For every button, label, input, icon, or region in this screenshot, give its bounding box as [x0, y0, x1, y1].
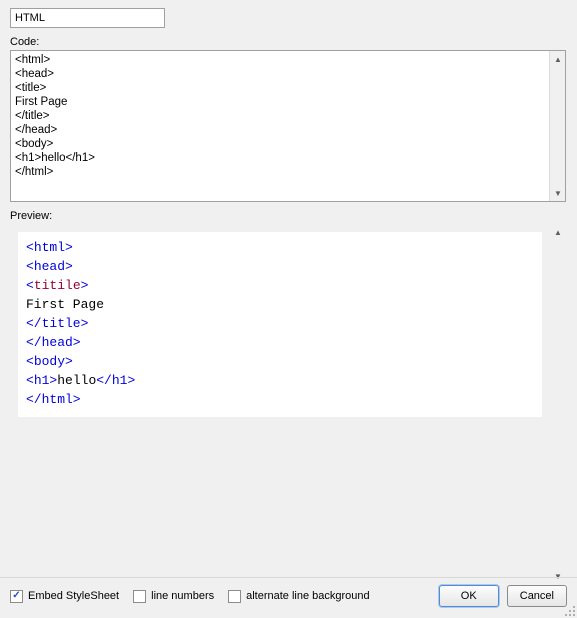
preview-label: Preview: [10, 210, 567, 222]
preview-line: <titile> [26, 276, 534, 295]
preview-line: </head> [26, 333, 534, 352]
preview-content: <html><head><titile>First Page</title></… [10, 224, 550, 584]
option-label: Embed StyleSheet [28, 590, 119, 602]
scroll-down-icon[interactable]: ▼ [550, 185, 566, 201]
ok-button[interactable]: OK [439, 585, 499, 607]
checkbox-icon[interactable] [10, 590, 23, 603]
scroll-up-icon[interactable]: ▲ [550, 51, 566, 67]
preview-line: <html> [26, 238, 534, 257]
preview-line: <body> [26, 352, 534, 371]
embed-stylesheet-option[interactable]: Embed StyleSheet [10, 590, 119, 603]
scroll-down-icon[interactable]: ▼ [550, 568, 566, 584]
checkbox-icon[interactable] [133, 590, 146, 603]
alternate-bg-option[interactable]: alternate line background [228, 590, 370, 603]
preview-pane: <html><head><titile>First Page</title></… [10, 224, 566, 584]
code-textarea[interactable] [11, 51, 551, 201]
code-scrollbar[interactable]: ▲ ▼ [549, 51, 565, 201]
preview-line: <head> [26, 257, 534, 276]
code-editor-wrap: ▲ ▼ [10, 50, 566, 202]
format-name-input[interactable] [10, 8, 165, 28]
preview-scrollbar[interactable]: ▲ ▼ [550, 224, 566, 584]
option-label: line numbers [151, 590, 214, 602]
preview-line: First Page [26, 295, 534, 314]
separator [0, 577, 577, 578]
preview-line: </title> [26, 314, 534, 333]
preview-line: <h1>hello</h1> [26, 371, 534, 390]
preview-card: <html><head><titile>First Page</title></… [18, 232, 542, 417]
code-label: Code: [10, 36, 567, 48]
scroll-up-icon[interactable]: ▲ [550, 224, 566, 240]
cancel-button[interactable]: Cancel [507, 585, 567, 607]
line-numbers-option[interactable]: line numbers [133, 590, 214, 603]
option-label: alternate line background [246, 590, 370, 602]
bottom-bar: Embed StyleSheet line numbers alternate … [10, 584, 567, 608]
checkbox-icon[interactable] [228, 590, 241, 603]
dialog-root: Code: ▲ ▼ Preview: <html><head><titile>F… [0, 0, 577, 618]
preview-line: </html> [26, 390, 534, 409]
